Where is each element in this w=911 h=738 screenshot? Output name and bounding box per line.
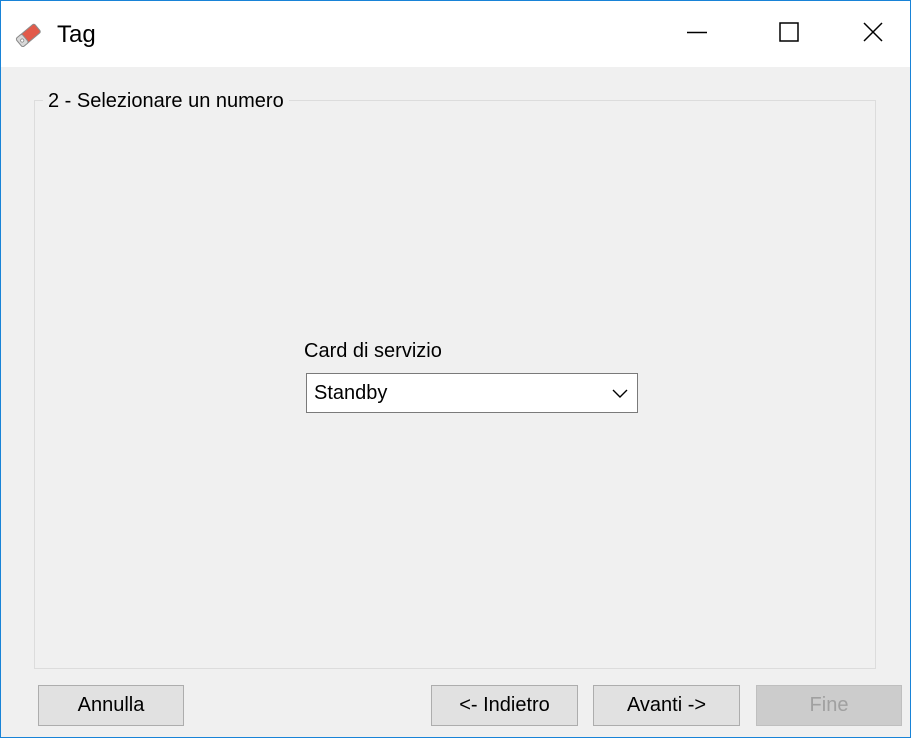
close-button[interactable] <box>835 1 910 67</box>
close-icon <box>862 21 884 48</box>
service-card-label: Card di servizio <box>304 340 442 362</box>
back-button[interactable]: <- Indietro <box>431 685 578 726</box>
tag-icon <box>13 21 43 49</box>
cancel-button[interactable]: Annulla <box>38 685 184 726</box>
window-title: Tag <box>57 21 96 48</box>
step-title: 2 - Selezionare un numero <box>43 88 289 114</box>
finish-button: Fine <box>756 685 902 726</box>
title-bar[interactable]: Tag <box>1 1 910 67</box>
chevron-down-icon[interactable] <box>611 386 629 400</box>
wizard-window: Tag 2 - Selezionare un numero Card di se… <box>0 0 911 738</box>
maximize-button[interactable] <box>743 1 835 67</box>
service-card-dropdown[interactable]: Standby <box>306 373 638 413</box>
next-button[interactable]: Avanti -> <box>593 685 740 726</box>
minimize-icon <box>686 21 708 48</box>
service-card-selected-value: Standby <box>314 382 388 404</box>
minimize-button[interactable] <box>651 1 743 67</box>
maximize-icon <box>778 21 800 48</box>
